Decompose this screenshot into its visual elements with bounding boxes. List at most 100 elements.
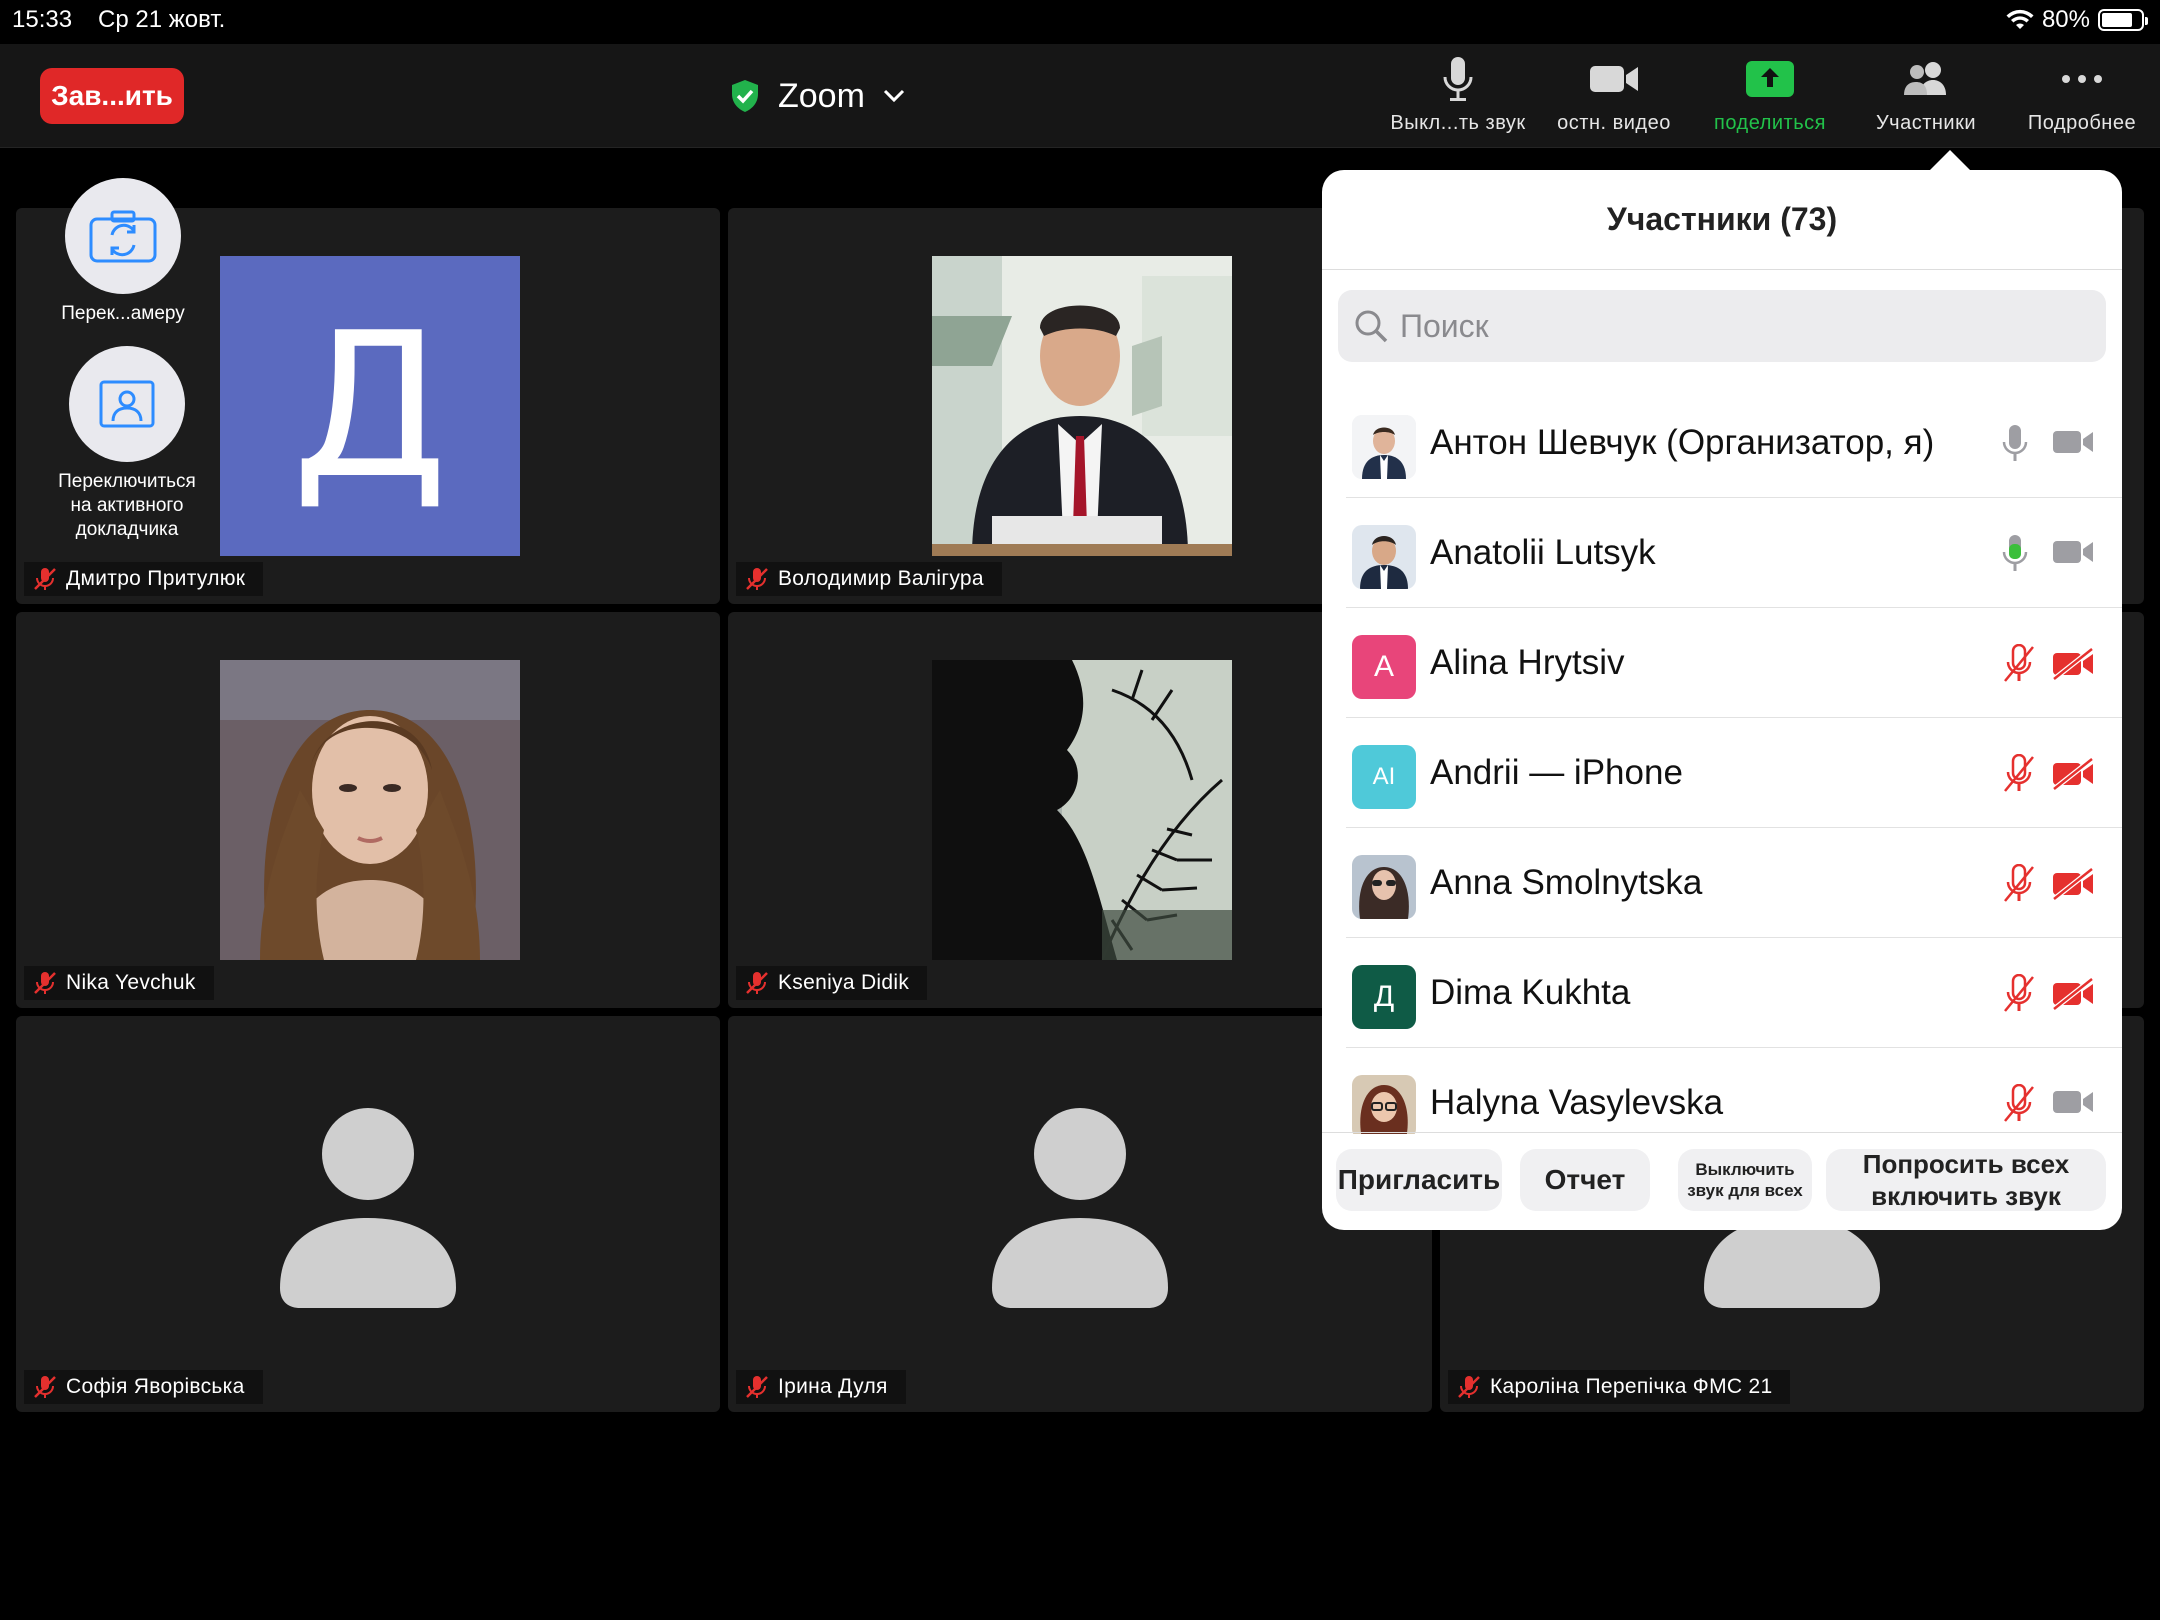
participant-row[interactable]: Anna Smolnytska	[1322, 828, 2122, 938]
tile-name-text: Ірина Дуля	[778, 1375, 888, 1398]
zoom-meeting-screen: 15:33 Ср 21 жовт. 80% Зав...ить Zoom Вык…	[0, 0, 2160, 1620]
participant-name: Dima Kukhta	[1430, 973, 1631, 1012]
participant-list: Антон Шевчук (Организатор, я) Anatolii L…	[1322, 388, 2122, 1134]
participant-row[interactable]: AI Andrii — iPhone	[1322, 718, 2122, 828]
muted-mic-icon	[1458, 1376, 1480, 1398]
mute-button-label: Выкл...ть звук	[1390, 112, 1526, 134]
muted-mic-icon	[746, 972, 768, 994]
video-off-icon[interactable]	[2052, 758, 2096, 790]
tile-name-text: Nika Yevchuk	[66, 971, 196, 994]
participants-footer: Пригласить Отчет Выключить звук для всех…	[1322, 1132, 2122, 1230]
participant-name: Anna Smolnytska	[1430, 863, 1703, 902]
mute-button[interactable]: Выкл...ть звук	[1380, 54, 1536, 135]
participants-title: Участники (73)	[1322, 170, 2122, 270]
video-off-icon[interactable]	[2052, 978, 2096, 1010]
participant-row[interactable]: Д Dima Kukhta	[1322, 938, 2122, 1048]
participant-video	[220, 660, 520, 960]
more-label: Подробнее	[2027, 112, 2137, 134]
meeting-topbar: Зав...ить Zoom Выкл...ть звук остн. виде…	[0, 44, 2160, 148]
participant-name: Anatolii Lutsyk	[1430, 533, 1656, 572]
muted-mic-icon[interactable]	[2002, 1084, 2036, 1124]
chevron-down-icon	[883, 89, 904, 103]
tile-name-text: Володимир Валігура	[778, 567, 984, 590]
muted-mic-icon[interactable]	[2002, 644, 2036, 684]
mic-icon[interactable]	[2002, 424, 2028, 464]
participant-name: Andrii — iPhone	[1430, 753, 1683, 792]
tile-name-text: Кароліна Перепічка ФМС 21	[1490, 1375, 1773, 1398]
video-off-icon[interactable]	[2052, 868, 2096, 900]
muted-mic-icon	[34, 972, 56, 994]
switch-camera-button[interactable]: Перек...амеру	[48, 178, 198, 326]
video-tile[interactable]: Софія Яворівська	[16, 1016, 720, 1412]
video-tile[interactable]: Nika Yevchuk	[16, 612, 720, 1008]
mic-icon	[1443, 57, 1473, 101]
invite-button[interactable]: Пригласить	[1336, 1149, 1502, 1211]
avatar	[1352, 1075, 1416, 1134]
meeting-title[interactable]: Zoom	[730, 66, 905, 126]
participant-name: Антон Шевчук (Организатор, я)	[1430, 423, 1935, 462]
share-icon	[1746, 61, 1794, 97]
video-camera-icon[interactable]	[2052, 1088, 2094, 1116]
report-button[interactable]: Отчет	[1520, 1149, 1650, 1211]
switch-camera-label: Перек...амеру	[61, 303, 185, 324]
video-off-icon[interactable]	[2052, 648, 2096, 680]
active-speaker-button[interactable]: Переключиться на активного докладчика	[52, 346, 202, 542]
mute-all-button[interactable]: Выключить звук для всех	[1678, 1149, 1812, 1211]
status-date: Ср 21 жовт.	[98, 6, 226, 33]
muted-mic-icon[interactable]	[2002, 754, 2036, 794]
search-icon	[1355, 310, 1388, 343]
participants-popover: Участники (73) Антон Шевчук (Организатор…	[1322, 170, 2122, 1230]
avatar	[1352, 855, 1416, 919]
tile-name: Nika Yevchuk	[24, 966, 214, 1000]
avatar: Д	[1352, 965, 1416, 1029]
muted-mic-icon[interactable]	[2002, 974, 2036, 1014]
tile-name-text: Kseniya Didik	[778, 971, 910, 994]
tile-name: Володимир Валігура	[736, 562, 1002, 596]
ask-all-unmute-button[interactable]: Попросить всех включить звук	[1826, 1149, 2106, 1211]
participant-search[interactable]	[1338, 290, 2106, 362]
more-button[interactable]: Подробнее	[2004, 54, 2160, 135]
participant-name: Alina Hrytsiv	[1430, 643, 1625, 682]
avatar	[1352, 525, 1416, 589]
video-camera-icon	[1590, 66, 1638, 92]
more-icon	[2062, 75, 2102, 83]
share-button[interactable]: поделиться	[1692, 54, 1848, 135]
muted-mic-icon	[746, 1376, 768, 1398]
muted-mic-icon	[34, 1376, 56, 1398]
default-avatar-icon	[992, 1108, 1168, 1308]
participants-label: Участники	[1875, 112, 1977, 134]
participant-row[interactable]: A Alina Hrytsiv	[1322, 608, 2122, 718]
active-speaker-label: Переключиться на активного докладчика	[58, 471, 196, 540]
muted-mic-icon[interactable]	[2002, 864, 2036, 904]
avatar	[1352, 415, 1416, 479]
mic-active-icon[interactable]	[2002, 534, 2028, 574]
search-input[interactable]	[1400, 307, 2080, 345]
tile-name-text: Дмитро Притулюк	[66, 567, 246, 590]
wifi-icon	[2006, 9, 2034, 29]
muted-mic-icon	[34, 568, 56, 590]
tile-name: Дмитро Притулюк	[24, 562, 264, 596]
participant-row[interactable]: Anatolii Lutsyk	[1322, 498, 2122, 608]
participants-button[interactable]: Участники	[1848, 54, 2004, 135]
default-avatar-icon	[280, 1108, 456, 1308]
meeting-toolbar: Выкл...ть звук остн. видео поделиться Уч…	[1380, 54, 2160, 135]
battery-percent: 80%	[2041, 6, 2090, 33]
status-time: 15:33	[12, 6, 73, 33]
shield-check-icon	[732, 80, 758, 112]
avatar: AI	[1352, 745, 1416, 809]
tile-name: Kseniya Didik	[736, 966, 928, 1000]
stop-video-button[interactable]: остн. видео	[1536, 54, 1692, 135]
video-camera-icon[interactable]	[2052, 538, 2094, 566]
participant-row[interactable]: Halyna Vasylevska	[1322, 1048, 2122, 1134]
end-meeting-button[interactable]: Зав...ить	[40, 68, 184, 124]
stop-video-label: остн. видео	[1557, 112, 1671, 134]
participant-row[interactable]: Антон Шевчук (Организатор, я)	[1322, 388, 2122, 498]
participants-icon	[1904, 62, 1946, 95]
switch-camera-icon	[89, 210, 157, 263]
participant-video	[932, 256, 1232, 556]
tile-name: Софія Яворівська	[24, 1370, 263, 1404]
video-camera-icon[interactable]	[2052, 428, 2094, 456]
avatar: Д	[220, 256, 520, 556]
participant-video	[932, 660, 1232, 960]
tile-name-text: Софія Яворівська	[66, 1375, 245, 1398]
